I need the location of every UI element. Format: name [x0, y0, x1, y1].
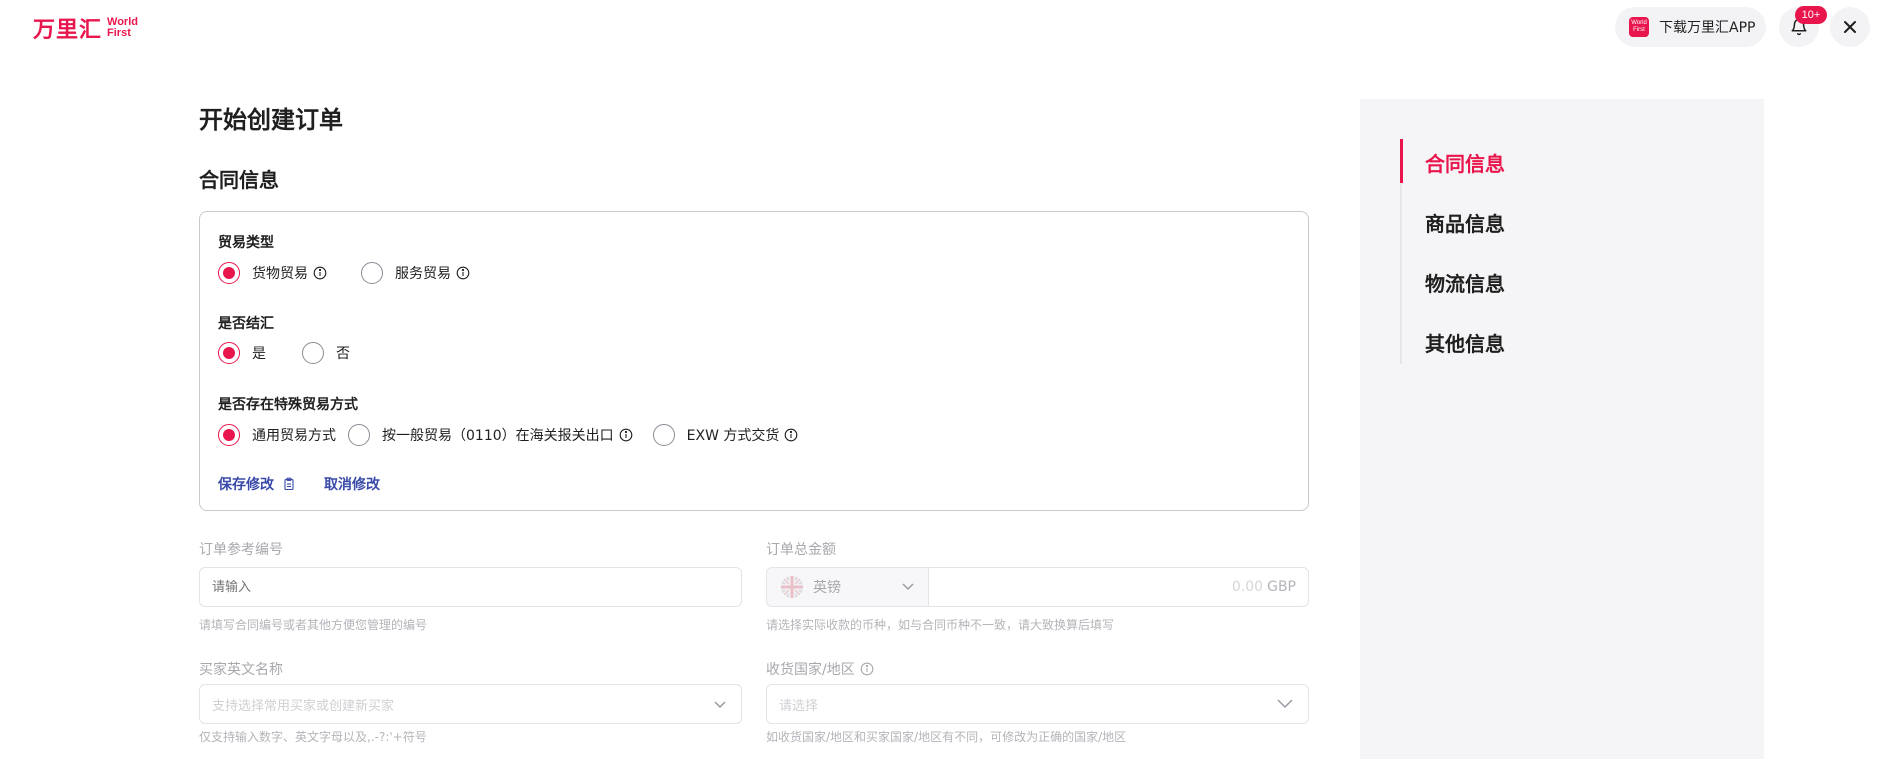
radio-label: 通用贸易方式	[252, 428, 336, 444]
info-icon[interactable]	[860, 662, 874, 676]
side-nav-active-indicator	[1400, 139, 1403, 183]
radio-circle[interactable]	[348, 424, 370, 446]
section-title: 合同信息	[199, 168, 279, 192]
radio-circle[interactable]	[218, 424, 240, 446]
uk-flag-icon	[781, 576, 803, 598]
close-icon	[1844, 21, 1856, 33]
side-nav-logistics-info[interactable]: 物流信息	[1425, 268, 1505, 297]
close-button[interactable]	[1830, 7, 1870, 47]
radio-goods-trade[interactable]: 货物贸易	[218, 262, 327, 284]
radio-label: EXW 方式交货	[686, 428, 780, 444]
notification-badge: 10+	[1795, 6, 1827, 24]
radio-settlement-yes[interactable]: 是	[218, 342, 266, 364]
trade-type-label: 贸易类型	[218, 235, 274, 251]
chevron-down-icon	[1277, 699, 1293, 709]
info-icon[interactable]	[456, 266, 470, 280]
buyer-name-label: 买家英文名称	[199, 662, 283, 678]
ship-country-help: 如收货国家/地区和买家国家/地区有不同，可修改为正确的国家/地区	[766, 730, 1127, 744]
ship-country-label: 收货国家/地区	[766, 662, 855, 678]
radio-general-trade[interactable]: 通用贸易方式	[218, 424, 336, 446]
radio-label: 否	[336, 346, 350, 362]
card-actions: 保存修改 取消修改	[218, 474, 380, 494]
top-header: 万里汇 World First World First 下载万里汇APP 10+	[0, 0, 1884, 54]
amount-input[interactable]: 0.00 GBP	[928, 567, 1309, 607]
ship-country-select[interactable]: 请选择	[766, 684, 1309, 724]
trade-type-group: 货物贸易 服务贸易	[218, 262, 470, 284]
order-total-label: 订单总金额	[766, 542, 836, 558]
chevron-down-icon	[714, 701, 726, 709]
radio-label: 服务贸易	[395, 266, 451, 282]
cancel-changes-button[interactable]: 取消修改	[324, 474, 380, 494]
buyer-name-help: 仅支持输入数字、英文字母以及,.-?:'+符号	[199, 730, 427, 744]
radio-circle[interactable]	[218, 342, 240, 364]
amount-currency-code: GBP	[1267, 579, 1296, 595]
radio-customs-export[interactable]: 按一般贸易（0110）在海关报关出口	[348, 424, 633, 446]
buyer-name-placeholder: 支持选择常用买家或创建新买家	[212, 698, 395, 714]
chevron-down-icon	[902, 583, 914, 591]
radio-label: 按一般贸易（0110）在海关报关出口	[382, 428, 614, 444]
radio-circle[interactable]	[218, 262, 240, 284]
order-ref-help: 请填写合同编号或者其他方便您管理的编号	[199, 618, 428, 632]
ship-country-placeholder: 请选择	[779, 698, 819, 714]
ship-country-label-row: 收货国家/地区	[766, 659, 874, 679]
download-app-button[interactable]: World First 下载万里汇APP	[1615, 7, 1766, 47]
app-icon: World First	[1629, 17, 1649, 37]
order-total-help: 请选择实际收款的币种，如与合同币种不一致，请大致换算后填写	[766, 618, 1115, 632]
save-changes-button[interactable]: 保存修改	[218, 474, 274, 494]
info-icon[interactable]	[619, 428, 633, 442]
buyer-name-select[interactable]: 支持选择常用买家或创建新买家	[199, 684, 742, 724]
settlement-label: 是否结汇	[218, 316, 274, 332]
currency-select[interactable]: 英镑	[766, 567, 928, 607]
side-nav-other-info[interactable]: 其他信息	[1425, 328, 1505, 357]
logo-cn-text: 万里汇	[33, 18, 103, 43]
amount-placeholder: 0.00	[1231, 579, 1264, 595]
settlement-group: 是 否	[218, 342, 350, 364]
order-ref-input[interactable]	[199, 567, 742, 607]
radio-circle[interactable]	[652, 424, 675, 446]
logo-en-text: World First	[107, 16, 138, 39]
brand-logo[interactable]: 万里汇 World First	[33, 12, 138, 44]
special-trade-label: 是否存在特殊贸易方式	[218, 397, 358, 413]
radio-label: 是	[252, 346, 266, 362]
page-title: 开始创建订单	[199, 106, 343, 134]
download-app-label: 下载万里汇APP	[1659, 20, 1756, 36]
order-ref-label: 订单参考编号	[199, 542, 283, 558]
info-icon[interactable]	[313, 266, 327, 280]
currency-name: 英镑	[813, 580, 841, 596]
radio-circle[interactable]	[302, 342, 324, 364]
clipboard-icon[interactable]	[282, 477, 296, 491]
contract-info-card: 贸易类型 货物贸易 服务贸易 是否结汇 是 否 是否存在特殊贸易方式 通用贸易方…	[199, 211, 1309, 511]
special-trade-group: 通用贸易方式 按一般贸易（0110）在海关报关出口 EXW 方式交货	[218, 424, 798, 446]
section-side-nav: 合同信息 商品信息 物流信息 其他信息	[1360, 99, 1764, 759]
radio-settlement-no[interactable]: 否	[302, 342, 350, 364]
radio-exw-delivery[interactable]: EXW 方式交货	[652, 424, 799, 446]
side-nav-product-info[interactable]: 商品信息	[1425, 208, 1505, 237]
info-icon[interactable]	[784, 428, 798, 442]
radio-label: 货物贸易	[252, 266, 308, 282]
radio-circle[interactable]	[361, 262, 383, 284]
radio-service-trade[interactable]: 服务贸易	[361, 262, 470, 284]
side-nav-contract-info[interactable]: 合同信息	[1425, 148, 1505, 177]
